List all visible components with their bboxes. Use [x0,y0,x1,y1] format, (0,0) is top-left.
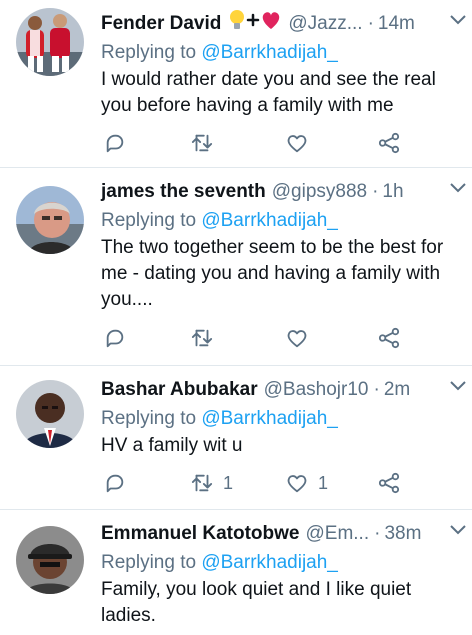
retweet-icon [191,329,213,347]
arsenal-players-avatar [16,8,84,76]
tweet-actions [101,130,401,156]
tweet-content: Bashar Abubakar @Bashojr10 · 2m Replying… [101,376,460,459]
older-man-avatar [16,186,84,254]
retweet-button[interactable] [191,130,223,156]
tweet-header: Fender David @Jazz... · 14m [101,8,460,41]
more-options-button[interactable] [450,180,466,193]
heart-icon [287,330,307,348]
tweet-content: Emmanuel Katotobwe @Em... · 38m Replying… [101,520,460,629]
replying-to-label: Replying to [101,42,197,63]
like-button[interactable] [286,325,318,351]
avatar[interactable] [16,8,84,76]
reply-button[interactable] [104,470,126,496]
tweet-header: Emmanuel Katotobwe @Em... · 38m [101,520,460,548]
handle[interactable]: @Bashojr10 [264,376,369,404]
tweet-actions [101,325,401,351]
reply-mention-link[interactable]: @Barrkhadijah_ [201,42,338,63]
reply-mention-link[interactable]: @Barrkhadijah_ [201,408,338,429]
tweet-content: james the seventh @gipsy888 · 1h Replyin… [101,178,460,313]
display-name[interactable]: james the seventh [101,178,266,206]
chevron-down-icon [450,15,466,25]
avatar[interactable] [16,380,84,448]
man-in-suit-avatar [16,380,84,448]
timestamp[interactable]: 1h [382,178,403,206]
reply-mention-link[interactable]: @Barrkhadijah_ [201,210,338,231]
tweet-header: Bashar Abubakar @Bashojr10 · 2m [101,376,460,404]
replying-to-label: Replying to [101,408,197,429]
reply-mention-link[interactable]: @Barrkhadijah_ [201,552,338,573]
separator-dot: · [367,13,374,34]
heart-icon [287,135,307,153]
chevron-down-icon [450,525,466,535]
share-button[interactable] [378,470,400,496]
separator-dot: · [374,523,381,544]
chevron-down-icon [450,183,466,193]
like-button[interactable]: 1 [286,470,328,496]
replies-feed: Fender David @Jazz... · 14m Replying to … [0,0,472,635]
tweet-header: james the seventh @gipsy888 · 1h [101,178,460,206]
retweet-icon [191,134,213,152]
timestamp[interactable]: 14m [378,10,415,38]
handle[interactable]: @gipsy888 [272,178,367,206]
tweet-text: HV a family wit u [101,435,243,456]
name-emoji [228,8,282,41]
tweet-actions: 1 1 [101,470,401,496]
timestamp[interactable]: 38m [384,520,421,548]
handle[interactable]: @Em... [305,520,369,548]
tweet-text: I would rather date you and see the real… [101,69,436,116]
more-options-button[interactable] [450,522,466,535]
reply-icon [106,474,124,493]
share-button[interactable] [378,325,400,351]
reply-tweet[interactable]: Bashar Abubakar @Bashojr10 · 2m Replying… [0,366,472,510]
timestamp[interactable]: 2m [384,376,410,404]
retweet-button[interactable]: 1 [191,470,233,496]
display-name[interactable]: Bashar Abubakar [101,376,258,404]
share-button[interactable] [378,130,400,156]
tweet-content: Fender David @Jazz... · 14m Replying to … [101,8,460,119]
reply-tweet[interactable]: Fender David @Jazz... · 14m Replying to … [0,0,472,168]
more-options-button[interactable] [450,378,466,391]
share-icon [378,132,400,154]
replying-to-label: Replying to [101,210,197,231]
reply-icon [106,134,124,153]
chevron-down-icon [450,381,466,391]
display-name[interactable]: Emmanuel Katotobwe [101,520,299,548]
retweet-button[interactable] [191,325,223,351]
replying-to: Replying to @Barrkhadijah_ [101,550,460,576]
tweet-text: Family, you look quiet and I like quiet … [101,579,412,626]
like-count: 1 [318,472,329,493]
separator-dot: · [373,379,380,400]
replying-to: Replying to @Barrkhadijah_ [101,406,460,432]
reply-button[interactable] [104,130,126,156]
like-button[interactable] [286,130,318,156]
share-icon [378,327,400,349]
retweet-icon [191,474,213,492]
reply-tweet[interactable]: james the seventh @gipsy888 · 1h Replyin… [0,168,472,366]
reply-button[interactable] [104,325,126,351]
handle[interactable]: @Jazz... [288,10,362,38]
retweet-count: 1 [223,472,234,493]
display-name[interactable]: Fender David [101,10,221,38]
avatar[interactable] [16,526,84,594]
replying-to: Replying to @Barrkhadijah_ [101,40,460,66]
more-options-button[interactable] [450,12,466,25]
reply-icon [106,329,124,348]
reply-tweet[interactable]: Emmanuel Katotobwe @Em... · 38m Replying… [0,510,472,635]
share-icon [378,472,400,494]
tweet-text: The two together seem to be the best for… [101,237,444,310]
man-with-cap-avatar [16,526,84,594]
avatar[interactable] [16,186,84,254]
replying-to: Replying to @Barrkhadijah_ [101,208,460,234]
heart-icon [287,475,307,493]
replying-to-label: Replying to [101,552,197,573]
separator-dot: · [372,181,379,202]
lightbulb-plus-heart-icon [230,9,280,29]
